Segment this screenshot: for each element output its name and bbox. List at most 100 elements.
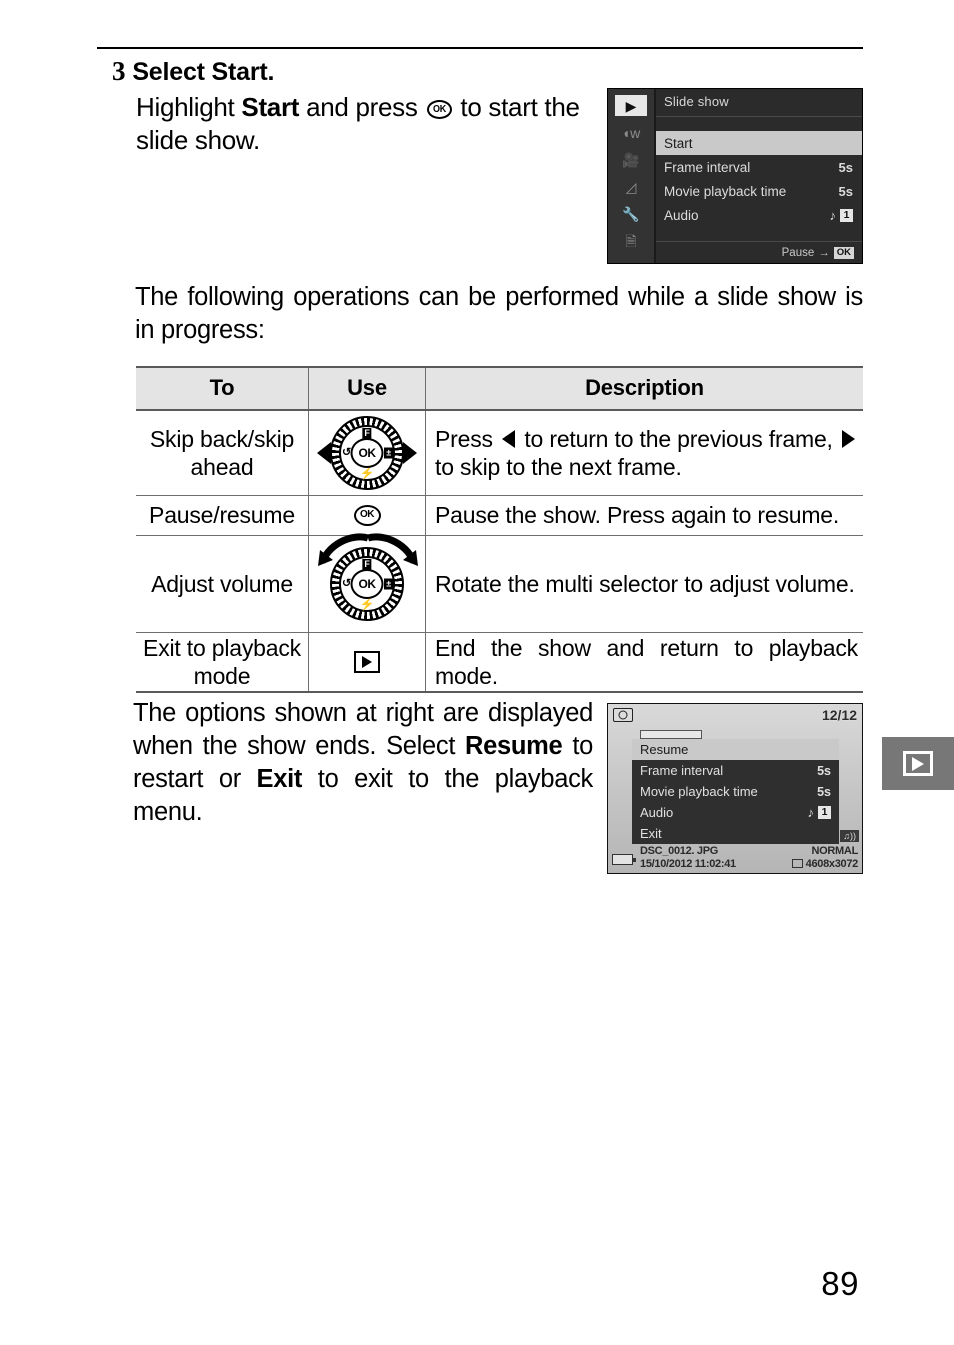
- playback-button-icon: [354, 650, 380, 673]
- dialog-item-value: 5s: [817, 763, 831, 778]
- music-note-icon: ♪: [829, 207, 837, 223]
- ok-button-icon: OK: [353, 504, 381, 526]
- menu-item-value: 5s: [838, 183, 853, 199]
- menu-title: Slide show: [664, 94, 729, 109]
- dialog-item-value: 5s: [817, 784, 831, 799]
- desc-part2: to return to the previous frame,: [518, 425, 840, 452]
- menu-title-divider: [656, 116, 862, 117]
- speaker-icon: ♫)): [840, 830, 859, 842]
- dialog-item-movie-playback-time[interactable]: Movie playback time 5s: [632, 781, 839, 802]
- dialog-item-label: Exit: [640, 826, 662, 841]
- dialog-item-frame-interval[interactable]: Frame interval 5s: [632, 760, 839, 781]
- menu-panel: Slide show Start Frame interval 5s Movie…: [656, 89, 862, 263]
- row-description: Rotate the multi selector to adjust volu…: [435, 570, 855, 597]
- audio-level-badge: 1: [818, 806, 831, 819]
- playback-screenshot: 12/12 Resume Frame interval 5s Movie pla…: [607, 703, 863, 874]
- playback-top-bar: 12/12: [608, 704, 862, 726]
- page-number: 89: [821, 1265, 859, 1302]
- arrow-left-icon: [317, 441, 331, 464]
- intro-paragraph: The following operations can be performe…: [135, 283, 863, 345]
- audio-level-badge: 1: [840, 208, 853, 222]
- table-row: Exit to playback mode End the show and r…: [136, 632, 863, 693]
- slideshow-end-dialog: Resume Frame interval 5s Movie playback …: [632, 739, 839, 844]
- menu-item-label: Start: [664, 135, 693, 151]
- step-body: Highlight Start and press to start the s…: [136, 91, 602, 158]
- menu-item-label: Movie playback time: [664, 183, 787, 199]
- table-row: Skip back/skip ahead F ⚡ ↺ ± OK Press to…: [136, 410, 863, 496]
- dial-center-ok: OK: [350, 437, 384, 468]
- photo-strip: [640, 730, 702, 739]
- image-dimensions: 4608x3072: [791, 858, 858, 871]
- column-header-to: To: [209, 375, 235, 400]
- menu-sidebar: ▶ ◖w 🎥 ◿ 🔧 🗎: [608, 89, 656, 263]
- ok-button-badge: OK: [833, 247, 854, 259]
- retouch-icon[interactable]: ◿: [615, 176, 647, 197]
- column-header-description: Description: [585, 375, 704, 400]
- dialog-item-exit[interactable]: Exit: [632, 823, 839, 844]
- dialog-item-resume[interactable]: Resume: [632, 739, 839, 760]
- arrow-right-icon: [403, 441, 417, 464]
- arrow-right-icon: →: [818, 247, 830, 259]
- dial-center-ok: OK: [350, 568, 384, 599]
- dial-label-bottom: ⚡: [359, 596, 375, 611]
- row-description: Pause the show. Press again to resume.: [435, 502, 840, 529]
- audio-value: ♪ 1: [829, 207, 853, 223]
- menu-footer-divider: [656, 241, 862, 242]
- image-size-icon: [791, 859, 803, 868]
- menu-item-label: Audio: [664, 207, 699, 223]
- frame-counter: 12/12: [821, 707, 857, 723]
- header-rule: [97, 47, 863, 49]
- outro-paragraph: The options shown at right are displayed…: [133, 697, 593, 830]
- desc-part3: to skip to the next frame.: [435, 453, 682, 480]
- movie-icon[interactable]: 🎥: [615, 149, 647, 170]
- menu-item-movie-playback-time[interactable]: Movie playback time 5s: [656, 179, 862, 203]
- dialog-item-label: Frame interval: [640, 763, 724, 778]
- recent-settings-icon[interactable]: 🗎: [615, 230, 647, 251]
- menu-item-start[interactable]: Start: [656, 131, 862, 155]
- arrow-right-icon: [842, 429, 856, 448]
- menu-item-audio[interactable]: Audio ♪ 1: [656, 203, 862, 227]
- step-number: 3: [112, 56, 126, 86]
- row-description: Press to return to the previous frame, t…: [426, 411, 863, 495]
- menu-footer: Pause → OK: [782, 247, 854, 259]
- playback-icon: [903, 751, 933, 776]
- table-row: Pause/resume OK Pause the show. Press ag…: [136, 495, 863, 536]
- manual-page: 3 Select Start. Highlight Start and pres…: [0, 0, 954, 1345]
- row-to-label: Skip back/skip ahead: [149, 425, 295, 480]
- row-to-label: Pause/resume: [149, 502, 295, 529]
- column-header-use: Use: [347, 375, 387, 400]
- dial-label-right: ±: [384, 578, 393, 590]
- table-header-row: To Use Description: [136, 366, 863, 411]
- dialog-item-label: Resume: [640, 742, 689, 757]
- menu-rows: Start Frame interval 5s Movie playback t…: [656, 131, 862, 227]
- multi-selector-left-right-icon: F ⚡ ↺ ± OK: [317, 415, 417, 490]
- outro-bold-exit: Exit: [256, 765, 303, 794]
- desc-part1: Press: [435, 425, 500, 452]
- step-heading: 3 Select Start.: [112, 56, 602, 87]
- dial-label-bottom: ⚡: [359, 465, 375, 480]
- margin-tab-playback: [882, 737, 954, 790]
- menu-item-label: Frame interval: [664, 159, 751, 175]
- row-description: End the show and return to playback mode…: [435, 634, 858, 689]
- audio-value: ♪ 1: [807, 805, 831, 820]
- shooting-icon[interactable]: ◖w: [615, 122, 647, 143]
- setup-wrench-icon[interactable]: 🔧: [615, 203, 647, 224]
- dialog-item-audio[interactable]: Audio ♪ 1: [632, 802, 839, 823]
- camera-icon: [613, 708, 633, 722]
- arrow-left-icon: [502, 429, 516, 448]
- dial-label-right: ±: [384, 447, 393, 459]
- music-note-icon: ♪: [807, 805, 815, 820]
- operations-table: To Use Description Skip back/skip ahead …: [136, 366, 863, 693]
- step-body-bold: Start: [241, 92, 300, 122]
- menu-item-frame-interval[interactable]: Frame interval 5s: [656, 155, 862, 179]
- step-block: 3 Select Start. Highlight Start and pres…: [112, 56, 602, 158]
- dialog-item-label: Audio: [640, 805, 674, 820]
- playback-icon[interactable]: ▶: [615, 95, 647, 116]
- image-quality: NORMAL: [811, 845, 859, 857]
- camera-menu-screenshot: ▶ ◖w 🎥 ◿ 🔧 🗎 Slide show Start Frame inte…: [607, 88, 863, 264]
- menu-item-value: 5s: [838, 159, 853, 175]
- menu-footer-label: Pause: [781, 247, 815, 259]
- step-title: Select Start.: [132, 58, 275, 86]
- step-body-part1: Highlight: [136, 92, 242, 122]
- ok-button-icon: [426, 100, 452, 119]
